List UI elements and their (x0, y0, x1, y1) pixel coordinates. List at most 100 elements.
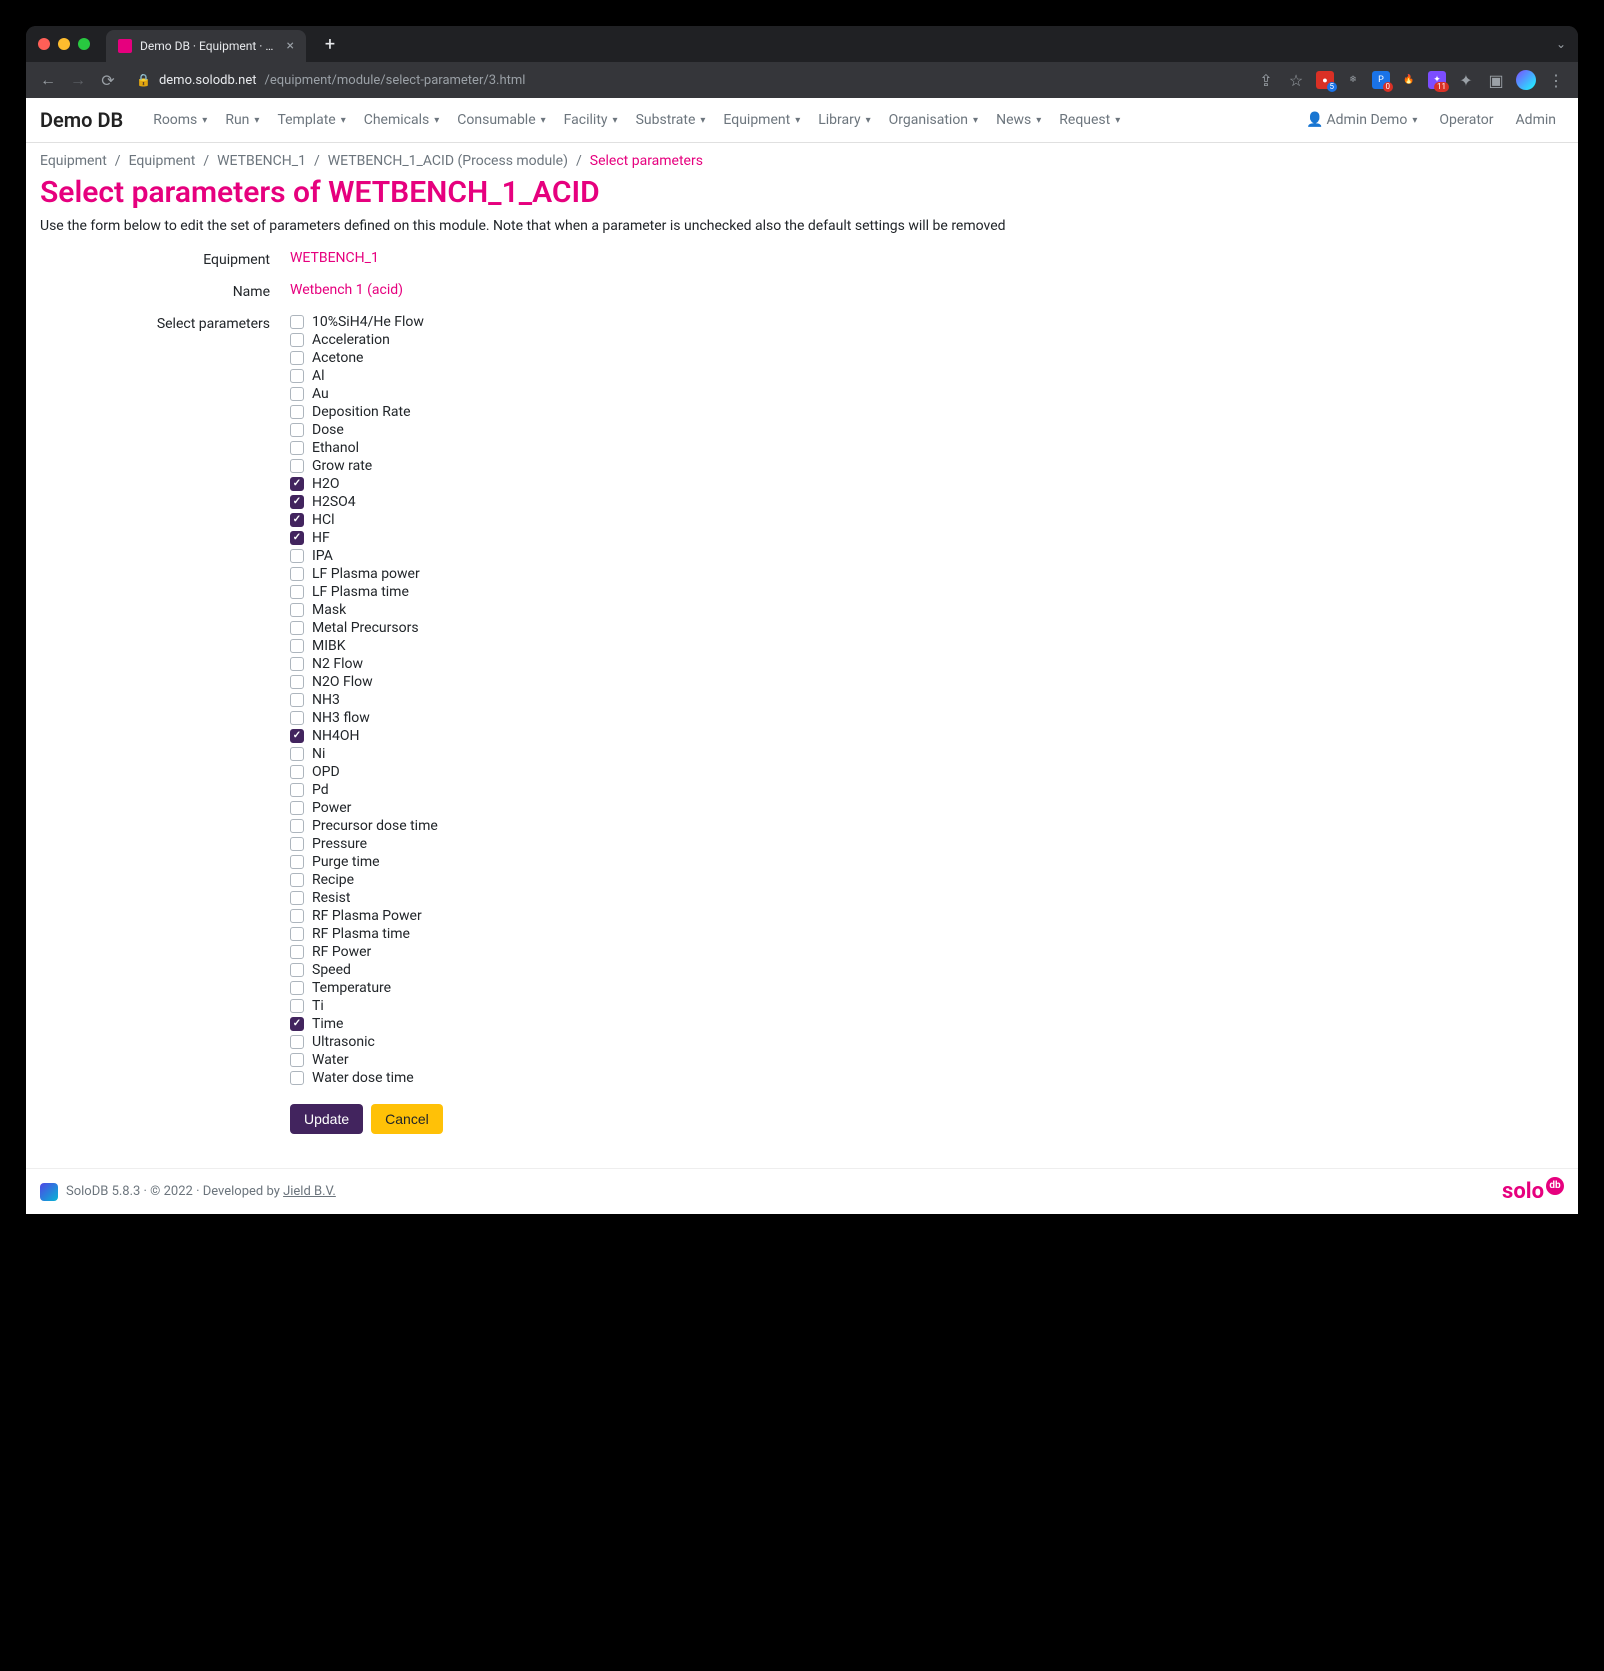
parameter-row[interactable]: Water (290, 1052, 1564, 1068)
parameter-row[interactable]: Precursor dose time (290, 818, 1564, 834)
parameter-row[interactable]: NH4OH (290, 728, 1564, 744)
parameter-row[interactable]: Al (290, 368, 1564, 384)
parameter-checkbox[interactable] (290, 459, 304, 473)
parameter-row[interactable]: Acetone (290, 350, 1564, 366)
extension-icon[interactable]: ✦11 (1428, 71, 1446, 89)
share-icon[interactable]: ⇪ (1256, 71, 1276, 90)
menu-item-consumable[interactable]: Consumable (449, 106, 553, 134)
parameter-checkbox[interactable] (290, 423, 304, 437)
back-icon[interactable]: ← (38, 70, 58, 90)
parameter-checkbox[interactable] (290, 729, 304, 743)
parameter-checkbox[interactable] (290, 603, 304, 617)
extension-icon[interactable]: P0 (1372, 71, 1390, 89)
menu-item-substrate[interactable]: Substrate (628, 106, 714, 134)
breadcrumb-item[interactable]: Equipment (129, 153, 196, 169)
parameter-row[interactable]: HCl (290, 512, 1564, 528)
parameter-row[interactable]: Deposition Rate (290, 404, 1564, 420)
parameter-row[interactable]: Dose (290, 422, 1564, 438)
operator-link[interactable]: Operator (1431, 106, 1501, 134)
footer-vendor-link[interactable]: Jield B.V. (283, 1184, 336, 1199)
update-button[interactable]: Update (290, 1104, 363, 1134)
menu-item-news[interactable]: News (988, 106, 1049, 134)
cancel-button[interactable]: Cancel (371, 1104, 443, 1134)
parameter-row[interactable]: Metal Precursors (290, 620, 1564, 636)
parameter-checkbox[interactable] (290, 1053, 304, 1067)
parameter-checkbox[interactable] (290, 747, 304, 761)
parameter-row[interactable]: RF Power (290, 944, 1564, 960)
profile-avatar-icon[interactable] (1516, 70, 1536, 90)
parameter-row[interactable]: NH3 (290, 692, 1564, 708)
parameter-checkbox[interactable] (290, 387, 304, 401)
reload-icon[interactable]: ⟳ (98, 71, 118, 90)
menu-item-chemicals[interactable]: Chemicals (356, 106, 448, 134)
parameter-checkbox[interactable] (290, 711, 304, 725)
extension-icon[interactable]: ●5 (1316, 71, 1334, 89)
parameter-row[interactable]: Recipe (290, 872, 1564, 888)
parameter-checkbox[interactable] (290, 441, 304, 455)
parameter-checkbox[interactable] (290, 315, 304, 329)
parameter-row[interactable]: Time (290, 1016, 1564, 1032)
menu-item-library[interactable]: Library (810, 106, 878, 134)
admin-demo-menu[interactable]: 👤 Admin Demo (1298, 106, 1425, 134)
parameter-row[interactable]: Temperature (290, 980, 1564, 996)
menu-item-rooms[interactable]: Rooms (145, 106, 215, 134)
parameter-row[interactable]: LF Plasma power (290, 566, 1564, 582)
parameter-row[interactable]: 10%SiH4/He Flow (290, 314, 1564, 330)
parameter-row[interactable]: Ethanol (290, 440, 1564, 456)
parameter-row[interactable]: N2O Flow (290, 674, 1564, 690)
maximize-window-icon[interactable] (78, 38, 90, 50)
equipment-link[interactable]: WETBENCH_1 (290, 250, 379, 266)
extensions-icon[interactable]: ✦ (1456, 71, 1476, 90)
parameter-row[interactable]: Pressure (290, 836, 1564, 852)
parameter-checkbox[interactable] (290, 819, 304, 833)
parameter-row[interactable]: H2O (290, 476, 1564, 492)
parameter-row[interactable]: N2 Flow (290, 656, 1564, 672)
parameter-checkbox[interactable] (290, 657, 304, 671)
menu-item-organisation[interactable]: Organisation (881, 106, 986, 134)
parameter-checkbox[interactable] (290, 855, 304, 869)
parameter-checkbox[interactable] (290, 405, 304, 419)
parameter-row[interactable]: Grow rate (290, 458, 1564, 474)
parameter-checkbox[interactable] (290, 1035, 304, 1049)
parameter-checkbox[interactable] (290, 495, 304, 509)
extension-icon[interactable]: ❄ (1344, 71, 1362, 89)
parameter-row[interactable]: IPA (290, 548, 1564, 564)
parameter-checkbox[interactable] (290, 945, 304, 959)
parameter-checkbox[interactable] (290, 837, 304, 851)
minimize-window-icon[interactable] (58, 38, 70, 50)
parameter-row[interactable]: Au (290, 386, 1564, 402)
address-bar[interactable]: 🔒 demo.solodb.net/equipment/module/selec… (128, 73, 1246, 88)
parameter-row[interactable]: Power (290, 800, 1564, 816)
forward-icon[interactable]: → (68, 70, 88, 90)
close-window-icon[interactable] (38, 38, 50, 50)
parameter-checkbox[interactable] (290, 999, 304, 1013)
admin-link[interactable]: Admin (1508, 106, 1564, 134)
panel-icon[interactable]: ▣ (1486, 71, 1506, 90)
parameter-row[interactable]: MIBK (290, 638, 1564, 654)
parameter-row[interactable]: Speed (290, 962, 1564, 978)
parameter-checkbox[interactable] (290, 531, 304, 545)
menu-item-facility[interactable]: Facility (556, 106, 626, 134)
parameter-checkbox[interactable] (290, 369, 304, 383)
breadcrumb-item[interactable]: Equipment (40, 153, 107, 169)
parameter-row[interactable]: Ultrasonic (290, 1034, 1564, 1050)
parameter-row[interactable]: HF (290, 530, 1564, 546)
menu-item-template[interactable]: Template (269, 106, 353, 134)
parameter-row[interactable]: LF Plasma time (290, 584, 1564, 600)
parameter-row[interactable]: Ni (290, 746, 1564, 762)
parameter-row[interactable]: RF Plasma time (290, 926, 1564, 942)
parameter-row[interactable]: Pd (290, 782, 1564, 798)
parameter-row[interactable]: Ti (290, 998, 1564, 1014)
parameter-checkbox[interactable] (290, 1017, 304, 1031)
parameter-row[interactable]: RF Plasma Power (290, 908, 1564, 924)
parameter-checkbox[interactable] (290, 639, 304, 653)
parameter-checkbox[interactable] (290, 891, 304, 905)
parameter-checkbox[interactable] (290, 585, 304, 599)
parameter-row[interactable]: H2SO4 (290, 494, 1564, 510)
parameter-row[interactable]: OPD (290, 764, 1564, 780)
parameter-checkbox[interactable] (290, 909, 304, 923)
menu-icon[interactable]: ⋮ (1546, 71, 1566, 90)
parameter-checkbox[interactable] (290, 351, 304, 365)
parameter-checkbox[interactable] (290, 693, 304, 707)
tabs-dropdown-icon[interactable]: ⌄ (1556, 37, 1566, 51)
